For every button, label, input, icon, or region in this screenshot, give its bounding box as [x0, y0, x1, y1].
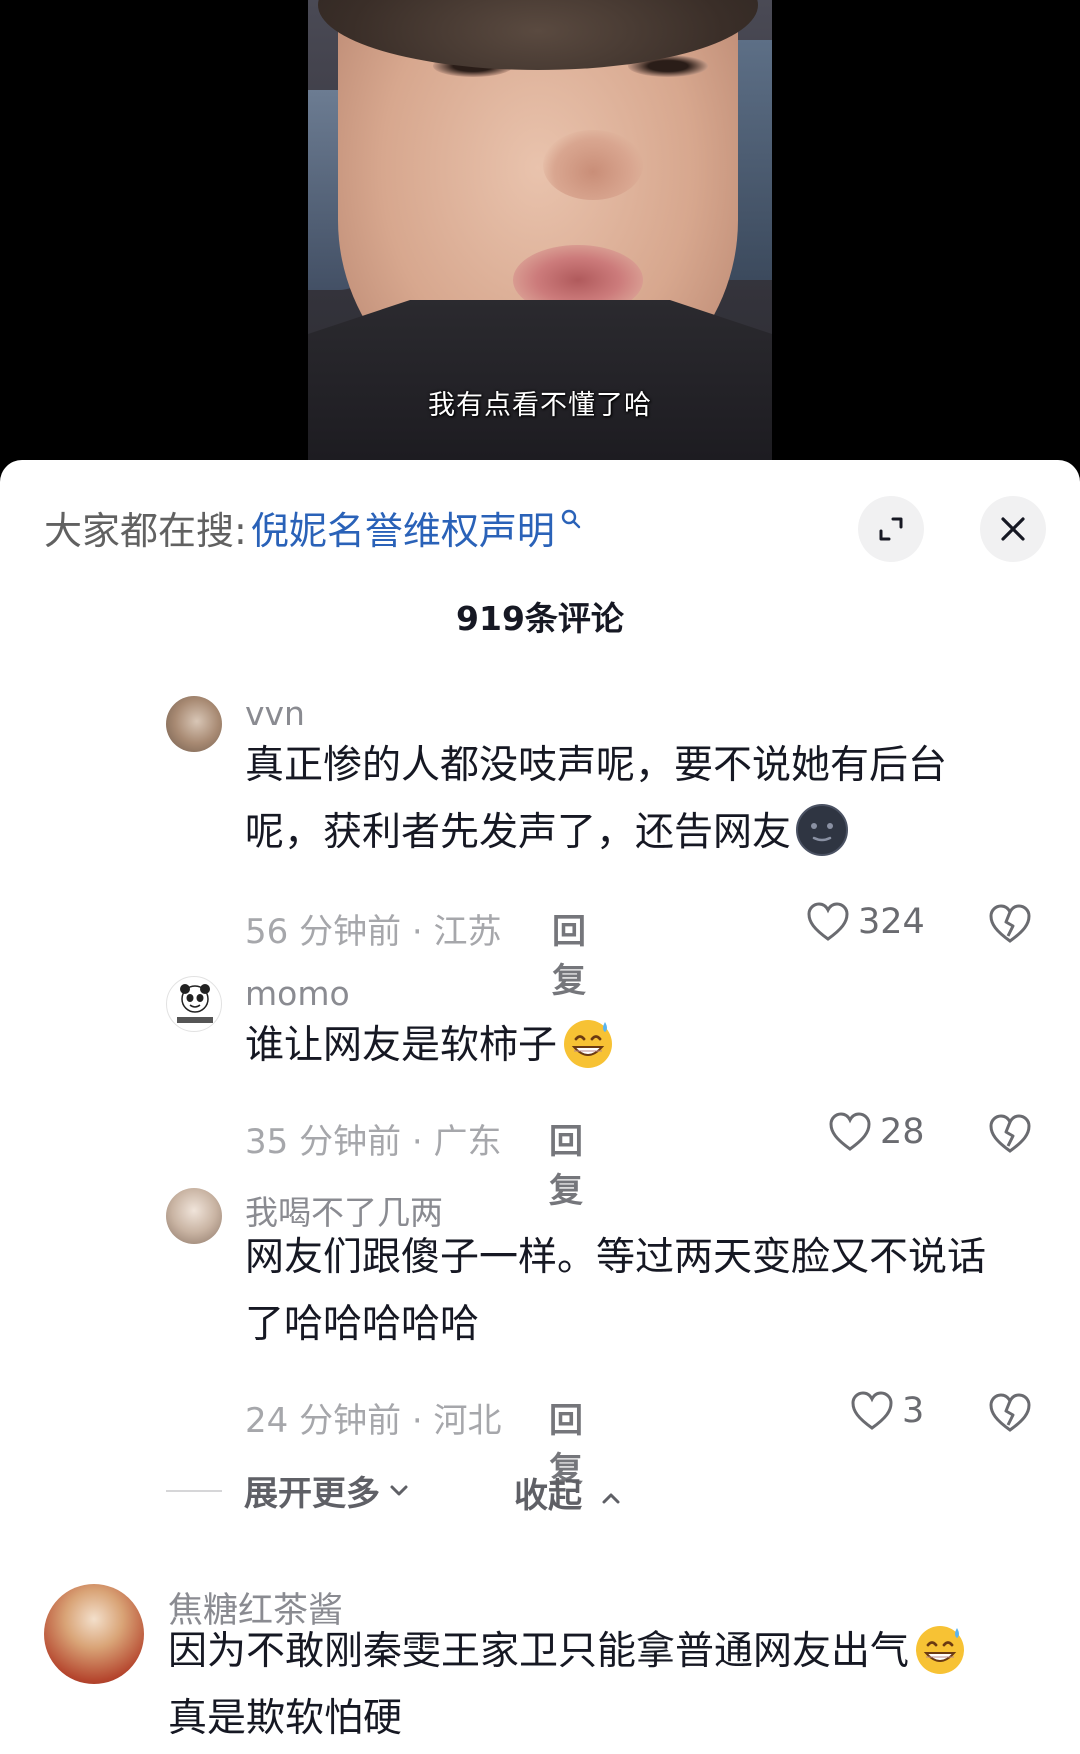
- nose: [543, 130, 643, 200]
- comment-text: 因为不敢刚秦雯王家卫只能拿普通网友出气 真是欺软怕硬: [168, 1618, 1048, 1752]
- avatar[interactable]: [44, 1584, 144, 1684]
- video-subtitle: 我有点看不懂了哈: [428, 390, 652, 421]
- like-button[interactable]: 28: [828, 1112, 925, 1152]
- like-count: 324: [858, 902, 925, 942]
- heart-icon: [829, 1112, 871, 1151]
- expand-button[interactable]: [858, 496, 924, 562]
- new-moon-face-emoji: [796, 803, 849, 856]
- comment-text: 网友们跟傻子一样。等过两天变脸又不说话了哈哈哈哈哈: [245, 1224, 1015, 1358]
- divider: [166, 1489, 222, 1492]
- heart-icon: [851, 1391, 893, 1430]
- close-icon: [1001, 517, 1025, 541]
- chevron-up-icon: [602, 1493, 620, 1503]
- username[interactable]: vvn: [245, 694, 305, 733]
- avatar[interactable]: [166, 696, 222, 752]
- broken-heart-icon[interactable]: [988, 1114, 1032, 1154]
- comment-count: 919条评论: [456, 599, 624, 638]
- comment-text-body-line2: 真是欺软怕硬: [168, 1696, 403, 1741]
- like-button[interactable]: 3: [850, 1391, 924, 1431]
- hoodie: [308, 300, 772, 460]
- grinning-sweat-emoji: [916, 1625, 965, 1674]
- reply-button[interactable]: 回复: [552, 904, 586, 1002]
- comment-text-body: 因为不敢刚秦雯王家卫只能拿普通网友出气: [168, 1629, 910, 1674]
- expand-icon: [879, 517, 903, 541]
- comment-text: 谁让网友是软柿子: [245, 1012, 1015, 1079]
- grinning-sweat-emoji: [564, 1019, 613, 1068]
- comment-sheet: 大家都在搜: 倪妮名誉维权声明 919条评论 vvn 真正惨的人都没吱声呢，要不…: [0, 460, 1080, 1754]
- comment-meta: 56 分钟前 · 江苏: [245, 912, 502, 952]
- collapse-button[interactable]: 收起: [514, 1468, 624, 1517]
- close-button[interactable]: [980, 496, 1046, 562]
- search-icon: [561, 509, 581, 528]
- reply-button[interactable]: 回复: [549, 1114, 583, 1212]
- trending-search-term[interactable]: 倪妮名誉维权声明: [251, 500, 555, 555]
- video-area[interactable]: 我有点看不懂了哈: [0, 0, 1080, 460]
- comment-text-body: 网友们跟傻子一样。等过两天变脸又不说话了哈哈哈哈哈: [245, 1235, 987, 1347]
- heart-icon: [807, 902, 849, 941]
- comment-meta: 35 分钟前 · 广东: [245, 1122, 502, 1162]
- like-count: 3: [902, 1391, 925, 1431]
- collapse-label: 收起: [514, 1476, 582, 1516]
- like-count: 28: [880, 1112, 925, 1152]
- username[interactable]: momo: [245, 974, 350, 1013]
- like-button[interactable]: 324: [806, 902, 925, 942]
- comment-meta: 24 分钟前 · 河北: [245, 1401, 502, 1441]
- comment-text-body: 谁让网友是软柿子: [245, 1023, 558, 1068]
- broken-heart-icon[interactable]: [988, 1393, 1032, 1433]
- avatar[interactable]: [166, 1188, 222, 1244]
- broken-heart-icon[interactable]: [988, 904, 1032, 944]
- expand-more-button[interactable]: 展开更多: [166, 1466, 412, 1515]
- avatar[interactable]: [166, 976, 222, 1032]
- trending-search[interactable]: 大家都在搜: 倪妮名誉维权声明: [44, 500, 583, 555]
- trending-search-prefix: 大家都在搜:: [44, 509, 247, 553]
- chevron-down-icon: [390, 1485, 408, 1495]
- comment-text: 真正惨的人都没吱声呢，要不说她有后台呢，获利者先发声了，还告网友: [245, 732, 1015, 866]
- panda-meme-icon: [177, 984, 213, 1023]
- video-frame[interactable]: 我有点看不懂了哈: [308, 0, 772, 460]
- expand-more-label: 展开更多: [244, 1474, 380, 1514]
